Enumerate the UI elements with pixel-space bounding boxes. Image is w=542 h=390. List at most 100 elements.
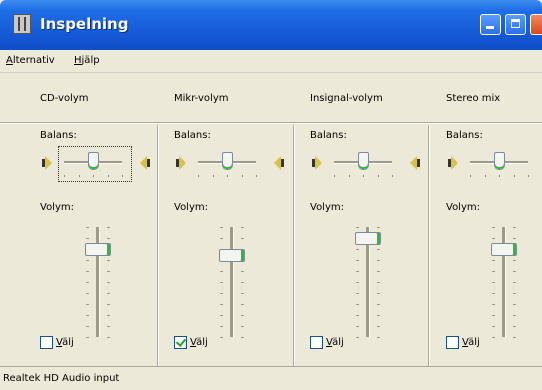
volume-tick [513,282,516,283]
minimize-button[interactable] [480,14,501,35]
volume-tick [513,337,516,338]
volume-tick [377,260,380,261]
balance-slider-thumb[interactable] [222,152,233,170]
volume-tick [220,315,223,316]
menu-alternativ[interactable]: Alternativ [6,55,55,66]
channel-column: Mikr-volym Balans: Volym: Välj [164,73,298,366]
volume-tick [377,337,380,338]
channel-column: Insignal-volym Balans: Volym: Välj [300,73,434,366]
balance-tick [499,175,500,177]
volume-tick [241,227,244,228]
mixer-icon[interactable] [13,14,31,34]
select-checkbox[interactable] [40,336,53,349]
volume-tick [107,326,110,327]
volume-tick [492,238,495,239]
volume-tick [492,337,495,338]
volume-tick [220,238,223,239]
balance-tick [528,175,529,177]
balance-tick [122,175,123,177]
speaker-right-icon [274,156,284,170]
select-label[interactable]: Välj [326,337,344,348]
status-text: Realtek HD Audio input [3,373,120,384]
channel-name: Mikr-volym [174,93,229,104]
mixer-panel: CD-volym Balans: Volym: Välj Mikr-volym Balan… [0,73,542,366]
volume-label: Volym: [174,202,208,213]
volume-tick [86,238,89,239]
balance-label: Balans: [446,130,483,141]
balance-tick [241,175,243,177]
balance-tick [198,175,199,177]
volume-tick [377,326,380,327]
volume-slider-thumb[interactable] [219,248,245,262]
balance-slider-thumb[interactable] [494,152,505,170]
volume-tick [241,293,244,294]
volume-slider-thumb[interactable] [491,243,517,256]
volume-tick [241,282,244,283]
channel-name: CD-volym [40,93,89,104]
volume-tick [492,260,495,261]
channel-column: CD-volym Balans: Volym: Välj [30,73,164,366]
select-label[interactable]: Välj [56,337,74,348]
volume-tick [107,271,110,272]
volume-tick [220,304,223,305]
volume-tick [377,315,380,316]
volume-tick [86,227,89,228]
channel-column: Stereo mix Balans: Volym: Välj [436,73,542,366]
volume-slider-thumb[interactable] [85,243,111,256]
volume-slider-track[interactable] [230,227,234,337]
balance-tick [513,175,515,177]
volume-tick [356,315,359,316]
volume-tick [356,293,359,294]
volume-tick [241,304,244,305]
select-checkbox[interactable] [310,336,323,349]
volume-tick [107,315,110,316]
volume-tick [107,260,110,261]
volume-tick [86,337,89,338]
balance-label: Balans: [310,130,347,141]
volume-tick [513,293,516,294]
volume-tick [492,326,495,327]
volume-tick [220,326,223,327]
volume-label: Volym: [310,202,344,213]
balance-tick [78,175,80,177]
balance-tick [377,175,379,177]
volume-slider-thumb[interactable] [355,232,381,245]
balance-tick [392,175,393,177]
volume-tick [241,337,244,338]
volume-tick [241,326,244,327]
close-button[interactable] [530,14,542,35]
title-bar[interactable]: Inspelning [0,0,542,50]
balance-slider-thumb[interactable] [88,152,99,170]
balance-tick [227,175,228,177]
volume-tick [220,293,223,294]
volume-tick [492,315,495,316]
volume-tick [86,282,89,283]
balance-tick [363,175,364,177]
balance-tick [107,175,109,177]
volume-tick [513,227,516,228]
volume-tick [86,315,89,316]
volume-tick [107,282,110,283]
select-label[interactable]: Välj [190,337,208,348]
volume-tick [107,304,110,305]
channel-name: Stereo mix [446,93,501,104]
volume-tick [377,271,380,272]
balance-slider-thumb[interactable] [358,152,369,170]
select-checkbox[interactable] [446,336,459,349]
volume-tick [241,271,244,272]
volume-tick [241,315,244,316]
balance-label: Balans: [174,130,211,141]
speaker-left-icon [448,156,458,170]
volume-tick [356,271,359,272]
volume-tick [220,282,223,283]
maximize-button[interactable] [505,14,526,35]
volume-tick [513,304,516,305]
volume-tick [377,249,380,250]
volume-tick [513,238,516,239]
volume-tick [220,271,223,272]
select-checkbox[interactable] [174,336,187,349]
volume-tick [513,326,516,327]
balance-tick [348,175,350,177]
menu-hjalp[interactable]: Hjälp [74,55,100,66]
select-label[interactable]: Välj [462,337,480,348]
